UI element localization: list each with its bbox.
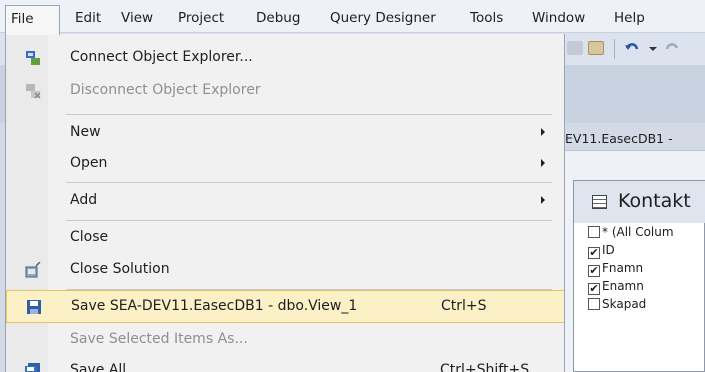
menu-separator: [66, 182, 552, 183]
table-title: Kontakt: [618, 190, 691, 212]
toolbar-separator: [614, 39, 615, 59]
menu-item-open[interactable]: Open: [6, 148, 564, 181]
submenu-arrow-icon: [541, 196, 545, 204]
field-enamn[interactable]: ✔ Enamn: [588, 277, 644, 295]
menu-view[interactable]: View: [121, 9, 153, 27]
checkbox-checked[interactable]: ✔: [588, 247, 600, 259]
menu-debug[interactable]: Debug: [256, 9, 300, 27]
menu-item-connect-object-explorer[interactable]: Connect Object Explorer...: [6, 42, 564, 75]
save-icon: [27, 300, 41, 314]
menu-window[interactable]: Window: [532, 9, 585, 27]
menu-edit[interactable]: Edit: [75, 9, 101, 27]
menu-help[interactable]: Help: [614, 9, 645, 27]
field-fnamn[interactable]: ✔ Fnamn: [588, 259, 643, 277]
menu-item-save-all[interactable]: Save All Ctrl+Shift+S: [6, 355, 564, 372]
checkbox[interactable]: [588, 298, 600, 310]
checkbox-checked[interactable]: ✔: [588, 283, 600, 295]
copy-icon[interactable]: [567, 41, 583, 55]
save-all-icon: [25, 363, 40, 372]
menu-separator: [66, 114, 552, 115]
menu-bar: File Edit View Project Debug Query Desig…: [0, 0, 705, 35]
field-skapad[interactable]: Skapad: [588, 295, 646, 313]
menu-item-disconnect-object-explorer[interactable]: Disconnect Object Explorer: [6, 75, 564, 108]
dropdown-arrow-icon[interactable]: [645, 41, 661, 55]
menu-item-new[interactable]: New: [6, 117, 564, 150]
menu-item-close-solution[interactable]: Close Solution: [6, 254, 564, 287]
checkbox[interactable]: [588, 226, 600, 238]
undo-icon[interactable]: [624, 41, 640, 55]
field-id[interactable]: ✔ ID: [588, 241, 615, 259]
document-tab-title[interactable]: EV11.EasecDB1 -: [565, 131, 673, 146]
file-menu-dropdown: Connect Object Explorer... Disconnect Ob…: [5, 34, 565, 372]
field-all-columns[interactable]: * (All Colum: [588, 223, 674, 241]
menu-item-save-selected-items-as[interactable]: Save Selected Items As...: [6, 324, 564, 357]
menu-project[interactable]: Project: [178, 9, 224, 27]
table-diagram-kontakt[interactable]: Kontakt * (All Colum ✔ ID ✔ Fnamn ✔ Enamn S…: [573, 180, 705, 372]
table-icon: [592, 195, 607, 209]
menu-tools[interactable]: Tools: [470, 9, 503, 27]
close-solution-icon: [25, 262, 41, 278]
menu-file[interactable]: File: [5, 5, 60, 35]
menu-item-close[interactable]: Close: [6, 222, 564, 255]
redo-icon[interactable]: [664, 41, 680, 55]
submenu-arrow-icon: [541, 128, 545, 136]
menu-query-designer[interactable]: Query Designer: [330, 9, 436, 27]
menu-item-add[interactable]: Add: [6, 185, 564, 218]
menu-separator: [66, 220, 552, 221]
shortcut-text: Ctrl+S: [441, 298, 487, 314]
disconnect-icon: [26, 84, 41, 99]
table-header[interactable]: Kontakt: [574, 181, 705, 223]
checkbox-checked[interactable]: ✔: [588, 265, 600, 277]
menu-item-save[interactable]: Save SEA-DEV11.EasecDB1 - dbo.View_1 Ctr…: [6, 290, 564, 323]
connect-icon: [26, 51, 40, 65]
shortcut-text: Ctrl+Shift+S: [440, 362, 530, 372]
submenu-arrow-icon: [541, 159, 545, 167]
paste-icon[interactable]: [588, 41, 604, 55]
